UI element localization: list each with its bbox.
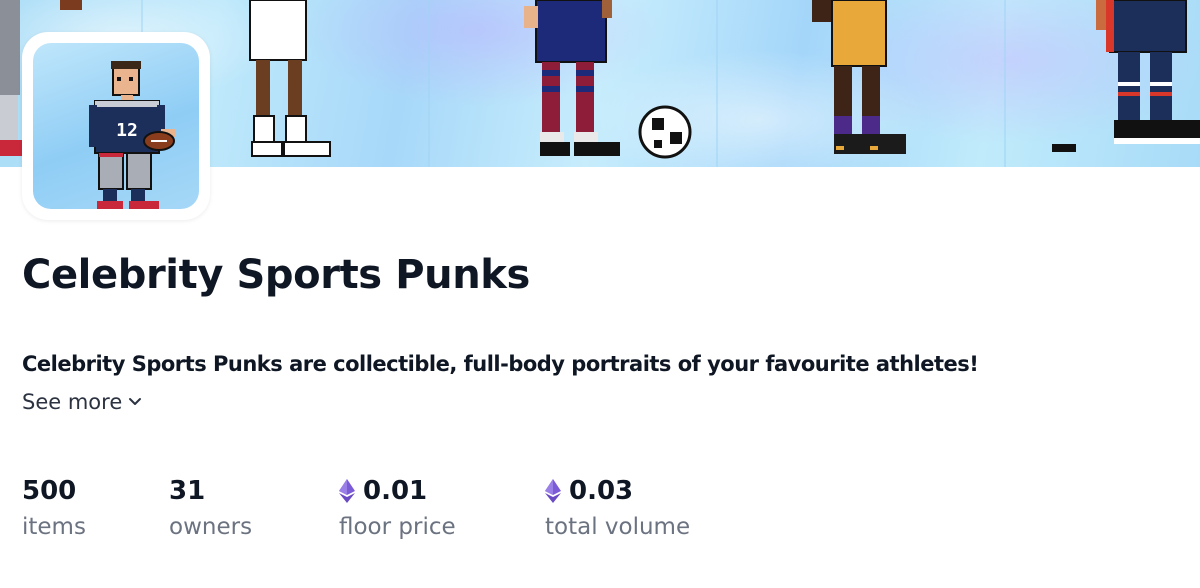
stat-value: 31: [169, 476, 206, 506]
stat-items[interactable]: 500 items: [22, 474, 86, 540]
collection-avatar: 12: [22, 32, 210, 220]
stat-label: floor price: [339, 514, 456, 540]
jersey-number: 12: [116, 120, 138, 141]
stat-value: 500: [22, 476, 77, 506]
ethereum-icon: [339, 479, 355, 503]
collection-title: Celebrity Sports Punks: [22, 252, 530, 298]
stat-value: 0.01: [363, 476, 428, 506]
avatar-figure: 12: [89, 61, 175, 209]
stat-label: items: [22, 514, 86, 540]
stat-value: 0.03: [569, 476, 634, 506]
stat-label: owners: [169, 514, 253, 540]
stat-label: total volume: [545, 514, 691, 540]
stat-floor-price[interactable]: 0.01 floor price: [339, 474, 456, 540]
stat-total-volume[interactable]: 0.03 total volume: [545, 474, 690, 540]
collection-description: Celebrity Sports Punks are collectible, …: [22, 352, 979, 376]
chevron-down-icon: [129, 398, 142, 405]
ethereum-icon: [545, 479, 561, 503]
stat-owners[interactable]: 31 owners: [169, 474, 252, 540]
avatar-image: 12: [33, 43, 199, 209]
see-more-label: See more: [22, 390, 123, 414]
see-more-button[interactable]: See more: [22, 390, 142, 414]
